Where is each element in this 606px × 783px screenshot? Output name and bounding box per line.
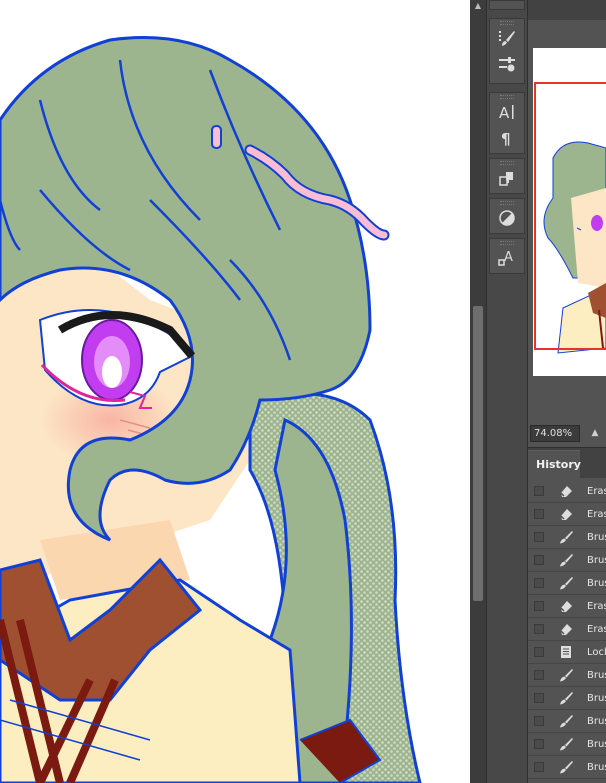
scrollbar-thumb[interactable] — [473, 306, 483, 601]
tab-history[interactable]: History — [528, 450, 581, 478]
brush-presets-button[interactable] — [490, 25, 524, 51]
zoom-out-icon[interactable]: ▲ — [588, 426, 602, 440]
history-panel: History Eras Eras Brus Brus Brus Eras Eras Lock… — [528, 448, 606, 783]
brush-icon — [558, 575, 574, 591]
history-item[interactable]: Brus — [528, 664, 606, 687]
navigator-preview[interactable] — [533, 48, 606, 376]
history-item-label: Eras — [587, 601, 606, 612]
brush-presets-icon — [499, 31, 515, 46]
history-item-label: Brus — [587, 578, 606, 589]
history-snapshot-checkbox[interactable] — [534, 739, 544, 749]
history-snapshot-checkbox[interactable] — [534, 693, 544, 703]
history-snapshot-checkbox[interactable] — [534, 670, 544, 680]
history-item[interactable]: Lock — [528, 641, 606, 664]
history-snapshot-checkbox[interactable] — [534, 578, 544, 588]
brush-settings-icon — [499, 57, 515, 72]
history-item[interactable]: Brus — [528, 687, 606, 710]
history-item-label: Brus — [587, 555, 606, 566]
character-button[interactable]: A — [490, 99, 524, 125]
tool-group-top — [489, 0, 525, 10]
brush-icon — [558, 552, 574, 568]
brush-icon — [558, 667, 574, 683]
history-item-label: Brus — [587, 670, 606, 681]
svg-text:A: A — [499, 104, 510, 122]
eraser-icon — [558, 506, 574, 522]
history-snapshot-checkbox[interactable] — [534, 716, 544, 726]
history-item-label: Brus — [587, 693, 606, 704]
brush-icon — [558, 713, 574, 729]
navigator-panel: 74.08% ▲ — [528, 0, 606, 448]
history-item-label: Eras — [587, 486, 606, 497]
brush-icon — [558, 690, 574, 706]
paragraph-icon: ¶ — [501, 130, 511, 148]
eraser-icon — [558, 598, 574, 614]
brush-icon — [558, 529, 574, 545]
history-item[interactable]: Brus — [528, 572, 606, 595]
scroll-up-icon[interactable]: ▲ — [470, 0, 486, 12]
history-snapshot-checkbox[interactable] — [534, 486, 544, 496]
history-item-label: Lock — [587, 647, 606, 658]
adjustments-button[interactable] — [490, 205, 524, 231]
document-canvas[interactable] — [0, 0, 470, 783]
zoom-level-field[interactable]: 74.08% — [530, 425, 580, 442]
tool-group-brushes — [489, 18, 525, 84]
history-item[interactable]: Brus — [528, 756, 606, 779]
history-item[interactable]: Brus — [528, 526, 606, 549]
tool-group-styles: A — [489, 238, 525, 274]
adjustments-icon — [499, 210, 515, 226]
navigator-tab-bar — [528, 0, 606, 20]
paragraph-button[interactable]: ¶ — [490, 125, 524, 151]
history-item[interactable]: Eras — [528, 480, 606, 503]
navigator-thumbnail — [534, 82, 606, 354]
vertical-scrollbar[interactable]: ▲ — [470, 0, 486, 783]
svg-text:¶: ¶ — [501, 130, 511, 148]
history-item-label: Brus — [587, 716, 606, 727]
tool-group-adjustments — [489, 198, 525, 234]
character-icon: A — [499, 104, 514, 122]
history-item-label: Brus — [587, 739, 606, 750]
svg-text:A: A — [504, 250, 513, 265]
tool-group-type: A ¶ — [489, 92, 525, 154]
history-snapshot-checkbox[interactable] — [534, 555, 544, 565]
artwork-illustration — [0, 36, 422, 783]
tool-group-clone — [489, 158, 525, 194]
panel-icon-strip: A ¶ A — [486, 0, 528, 783]
history-item-label: Brus — [587, 532, 606, 543]
history-snapshot-checkbox[interactable] — [534, 624, 544, 634]
history-item[interactable]: Eras — [528, 618, 606, 641]
right-panels: 74.08% ▲ History ErasErasBrusBrusBrusEra… — [528, 0, 606, 783]
brush-icon — [558, 736, 574, 752]
history-snapshot-checkbox[interactable] — [534, 532, 544, 542]
clone-source-button[interactable] — [490, 165, 524, 191]
character-styles-button[interactable]: A — [490, 245, 524, 271]
history-snapshot-checkbox[interactable] — [534, 762, 544, 772]
document-icon — [558, 644, 574, 660]
brush-icon — [558, 759, 574, 775]
history-item-label: Brus — [587, 762, 606, 773]
character-styles-icon: A — [498, 250, 513, 266]
clone-source-icon — [499, 172, 513, 186]
history-item-label: Eras — [587, 509, 606, 520]
history-snapshot-checkbox[interactable] — [534, 647, 544, 657]
history-item[interactable]: Brus — [528, 733, 606, 756]
photoshop-window: ▲ A ¶ A 74.08% ▲ History Era Era Bru Bru… — [0, 0, 606, 783]
eraser-icon — [558, 483, 574, 499]
history-item[interactable]: Eras — [528, 595, 606, 618]
history-item-label: Eras — [587, 624, 606, 635]
history-snapshot-checkbox[interactable] — [534, 509, 544, 519]
history-item[interactable]: Eras — [528, 503, 606, 526]
history-item[interactable]: Brus — [528, 710, 606, 733]
history-item[interactable]: Brus — [528, 549, 606, 572]
history-tab-bar: History — [528, 448, 606, 478]
history-snapshot-checkbox[interactable] — [534, 601, 544, 611]
brush-settings-button[interactable] — [490, 51, 524, 77]
eraser-icon — [558, 621, 574, 637]
history-list: Eras Eras Brus Brus Brus Eras Eras Lock Brus Brus… — [528, 480, 606, 779]
